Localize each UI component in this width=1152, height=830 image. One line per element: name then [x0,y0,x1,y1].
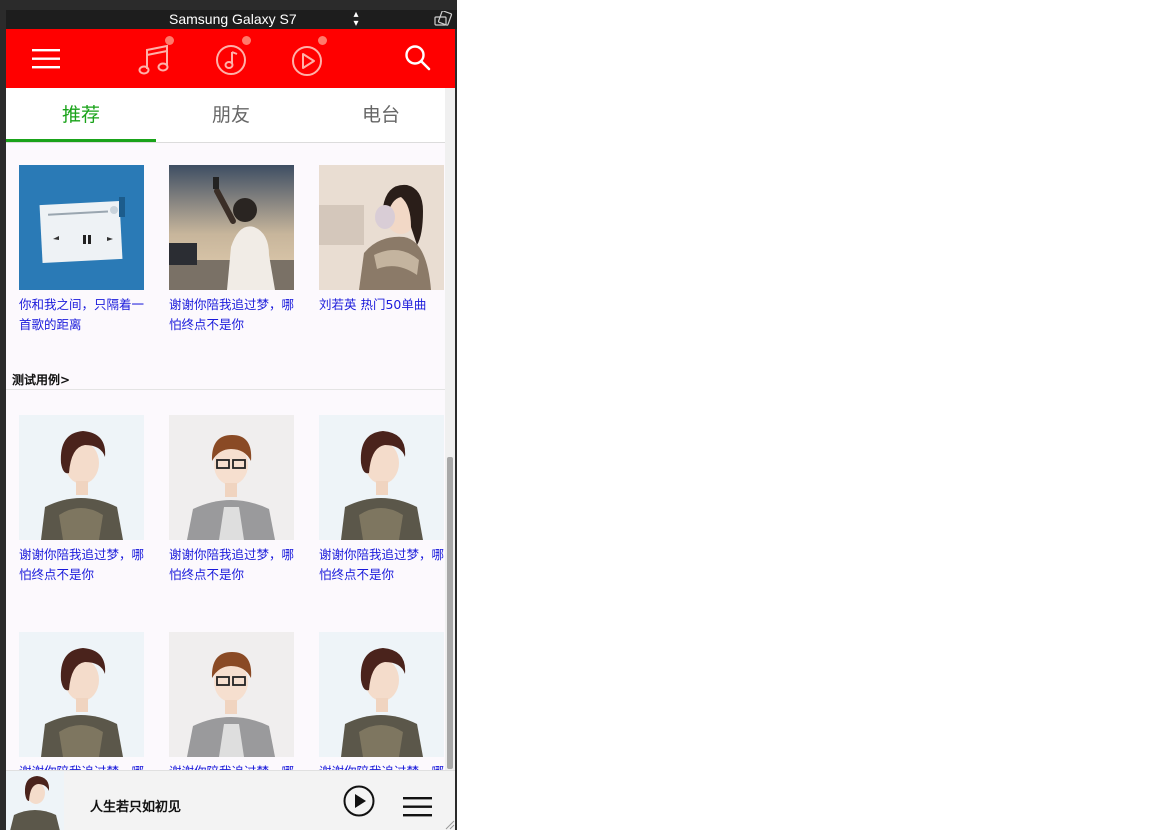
playlist-menu-icon[interactable] [403,796,433,822]
resize-grip-icon[interactable] [444,815,455,830]
section-divider [6,389,455,390]
female-singer-photo[interactable] [19,415,144,540]
music-disc-icon[interactable] [214,43,248,81]
male-singer-photo[interactable] [169,415,294,540]
video-play-icon[interactable] [290,44,324,82]
playlist-caption[interactable]: 刘若英 热门50单曲 [319,295,447,315]
section-title[interactable]: 测试用例> [12,371,70,388]
active-tab-indicator [6,139,156,142]
playlist-caption[interactable]: 你和我之间，只隔着一首歌的距离 [19,295,147,335]
test-case-caption[interactable]: 谢谢你陪我追过梦，哪怕终点不是你 [169,545,297,585]
tab-radio[interactable]: 电台 [306,88,455,142]
tab-recommend[interactable]: 推荐 [6,88,156,142]
notification-badge [318,36,327,45]
music-note-icon[interactable] [137,42,173,82]
playlist-caption[interactable]: 谢谢你陪我追过梦，哪怕终点不是你 [169,295,297,335]
app-header [6,29,455,88]
hamburger-menu-icon[interactable] [32,48,62,74]
device-select[interactable]: Samsung Galaxy S7 [169,11,297,27]
female-singer-photo[interactable] [319,632,444,757]
search-icon[interactable] [404,44,432,76]
music-player-album-cover[interactable] [19,165,144,290]
tab-bar: 推荐 朋友 电台 [6,88,455,143]
rotate-device-icon[interactable] [434,10,454,30]
now-playing-thumbnail[interactable] [6,771,64,830]
test-case-caption[interactable]: 谢谢你陪我追过梦，哪怕终点不是你 [19,545,147,585]
device-toolbar: Samsung Galaxy S7 ▴ ▾ [6,10,457,29]
select-arrows-icon[interactable]: ▴ ▾ [352,10,360,29]
test-case-caption[interactable]: 谢谢你陪我追过梦，哪怕终点不是你 [319,545,447,585]
play-circle-icon[interactable] [342,784,376,822]
now-playing-title[interactable]: 人生若只如初见 [90,796,181,815]
phone-screen: 推荐 朋友 电台 你和我之间，只隔着一首歌的距离 谢谢你陪我追过梦，哪怕终点不是… [6,29,455,830]
device-frame: Samsung Galaxy S7 ▴ ▾ 推荐 朋友 电台 你和我之间，只隔着… [0,0,457,830]
notification-badge [242,36,251,45]
man-with-phone-cover[interactable] [169,165,294,290]
tab-friends[interactable]: 朋友 [156,88,306,142]
scrollbar-thumb[interactable] [447,457,453,769]
male-singer-photo[interactable] [169,632,294,757]
notification-badge [165,36,174,45]
mini-player: 人生若只如初见 [6,770,455,830]
female-singer-photo[interactable] [319,415,444,540]
woman-with-earmuffs-cover[interactable] [319,165,444,290]
female-singer-photo[interactable] [19,632,144,757]
